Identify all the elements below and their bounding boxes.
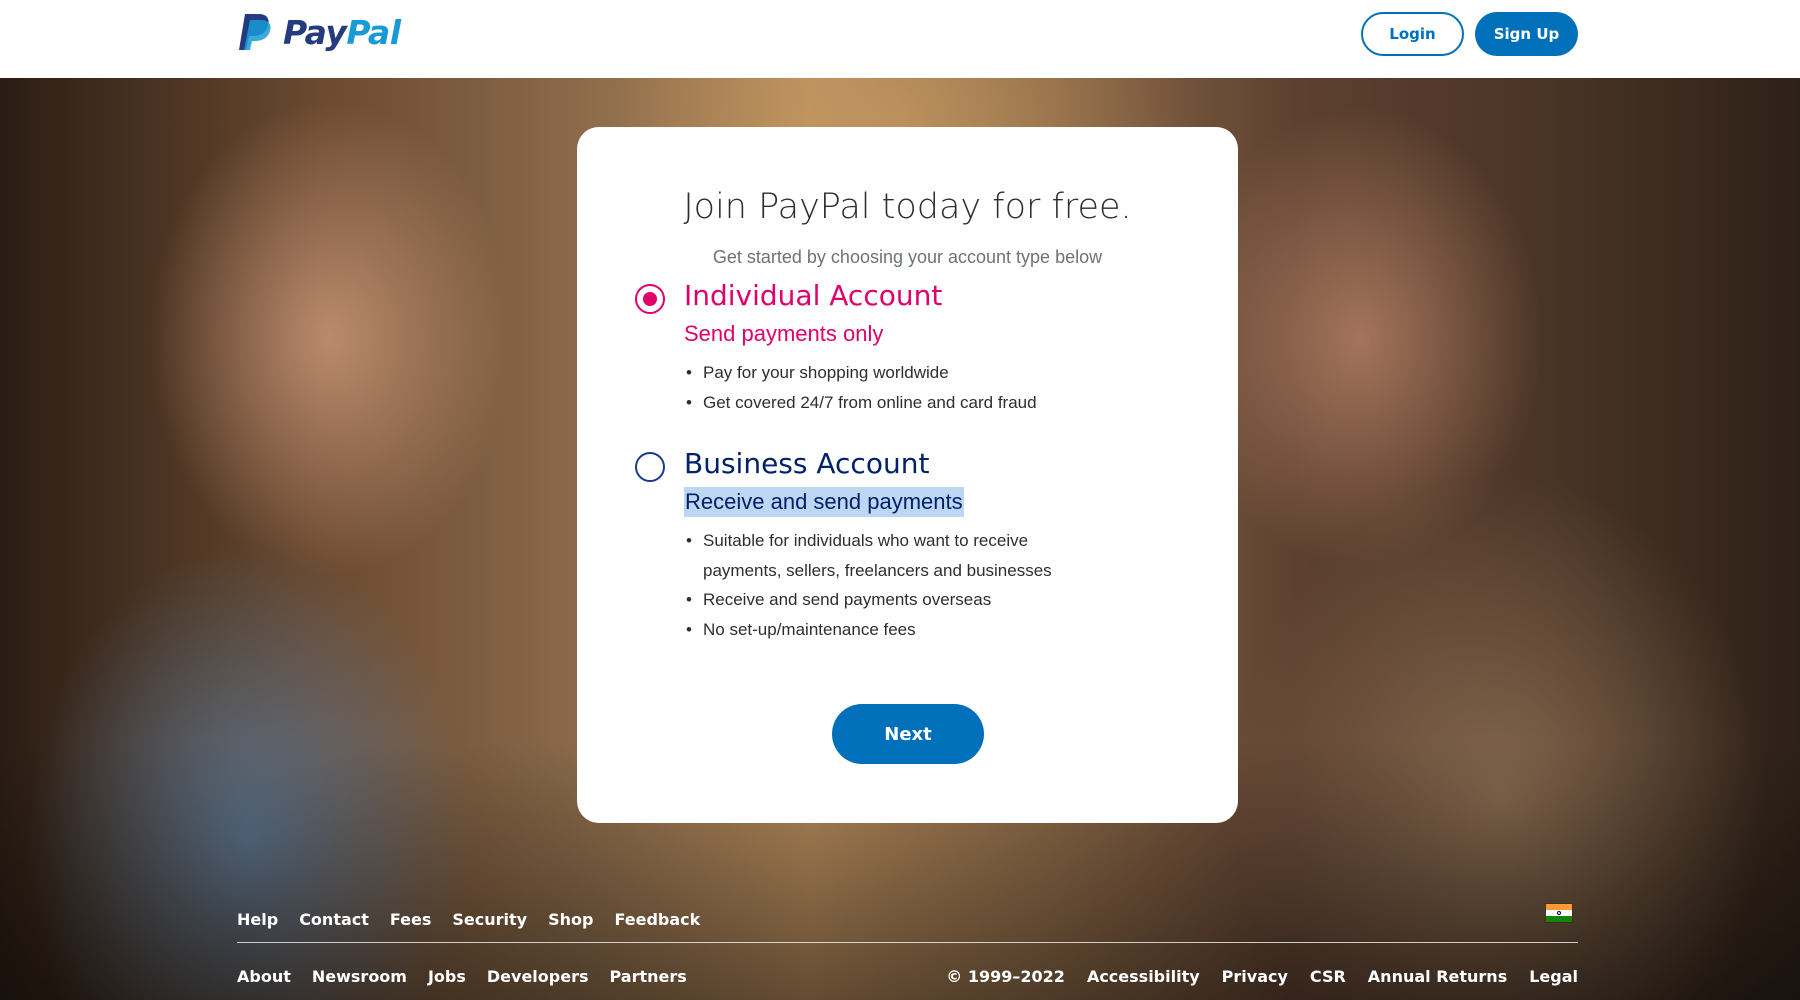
business-account-subtitle: Receive and send payments	[684, 487, 964, 517]
footer-secondary-links: About Newsroom Jobs Developers Partners	[237, 967, 687, 986]
list-item: Get covered 24/7 from online and card fr…	[684, 388, 1104, 418]
signup-button[interactable]: Sign Up	[1475, 12, 1578, 56]
business-benefits-list: Suitable for individuals who want to rec…	[684, 526, 1104, 644]
individual-account-subtitle: Send payments only	[684, 321, 884, 346]
india-flag-icon[interactable]	[1546, 904, 1572, 922]
footer-link-annual-returns[interactable]: Annual Returns	[1368, 967, 1507, 986]
footer-link-feedback[interactable]: Feedback	[614, 910, 700, 929]
login-button[interactable]: Login	[1361, 12, 1464, 56]
footer-link-security[interactable]: Security	[452, 910, 527, 929]
list-item: Receive and send payments overseas	[684, 585, 1104, 615]
footer-link-fees[interactable]: Fees	[390, 910, 432, 929]
footer-legal-links: © 1999–2022 Accessibility Privacy CSR An…	[946, 967, 1578, 986]
footer-link-csr[interactable]: CSR	[1310, 967, 1346, 986]
individual-benefits-list: Pay for your shopping worldwide Get cove…	[684, 358, 1104, 417]
footer-link-about[interactable]: About	[237, 967, 291, 986]
footer-link-jobs[interactable]: Jobs	[428, 967, 466, 986]
footer-divider	[237, 942, 1578, 943]
business-radio-icon[interactable]	[635, 452, 665, 482]
top-header: PayPal Login Sign Up	[0, 0, 1800, 78]
copyright-text: © 1999–2022	[946, 967, 1065, 986]
paypal-wordmark: PayPal	[283, 13, 401, 52]
footer-link-partners[interactable]: Partners	[610, 967, 687, 986]
footer-link-shop[interactable]: Shop	[548, 910, 593, 929]
footer-link-contact[interactable]: Contact	[299, 910, 369, 929]
paypal-p-icon	[239, 14, 271, 50]
list-item: Pay for your shopping worldwide	[684, 358, 1104, 388]
business-account-title[interactable]: Business Account	[684, 447, 929, 480]
footer-link-help[interactable]: Help	[237, 910, 278, 929]
logo-pay: Pay	[283, 12, 347, 52]
footer-link-developers[interactable]: Developers	[487, 967, 589, 986]
card-subtitle: Get started by choosing your account typ…	[712, 247, 1103, 267]
card-title: Join PayPal today for free.	[683, 187, 1132, 227]
footer-link-legal[interactable]: Legal	[1529, 967, 1578, 986]
list-item: No set-up/maintenance fees	[684, 615, 1104, 645]
individual-radio-icon[interactable]	[635, 284, 665, 314]
individual-account-title[interactable]: Individual Account	[684, 279, 942, 312]
paypal-logo[interactable]: PayPal	[237, 10, 401, 54]
next-button[interactable]: Next	[832, 704, 984, 764]
list-item: Suitable for individuals who want to rec…	[684, 526, 1104, 585]
logo-pal: Pal	[346, 12, 401, 52]
account-type-card: Join PayPal today for free. Get started …	[577, 127, 1238, 823]
footer-primary-links: Help Contact Fees Security Shop Feedback	[237, 910, 700, 929]
footer-link-privacy[interactable]: Privacy	[1222, 967, 1288, 986]
footer-link-accessibility[interactable]: Accessibility	[1087, 967, 1200, 986]
footer-link-newsroom[interactable]: Newsroom	[312, 967, 407, 986]
